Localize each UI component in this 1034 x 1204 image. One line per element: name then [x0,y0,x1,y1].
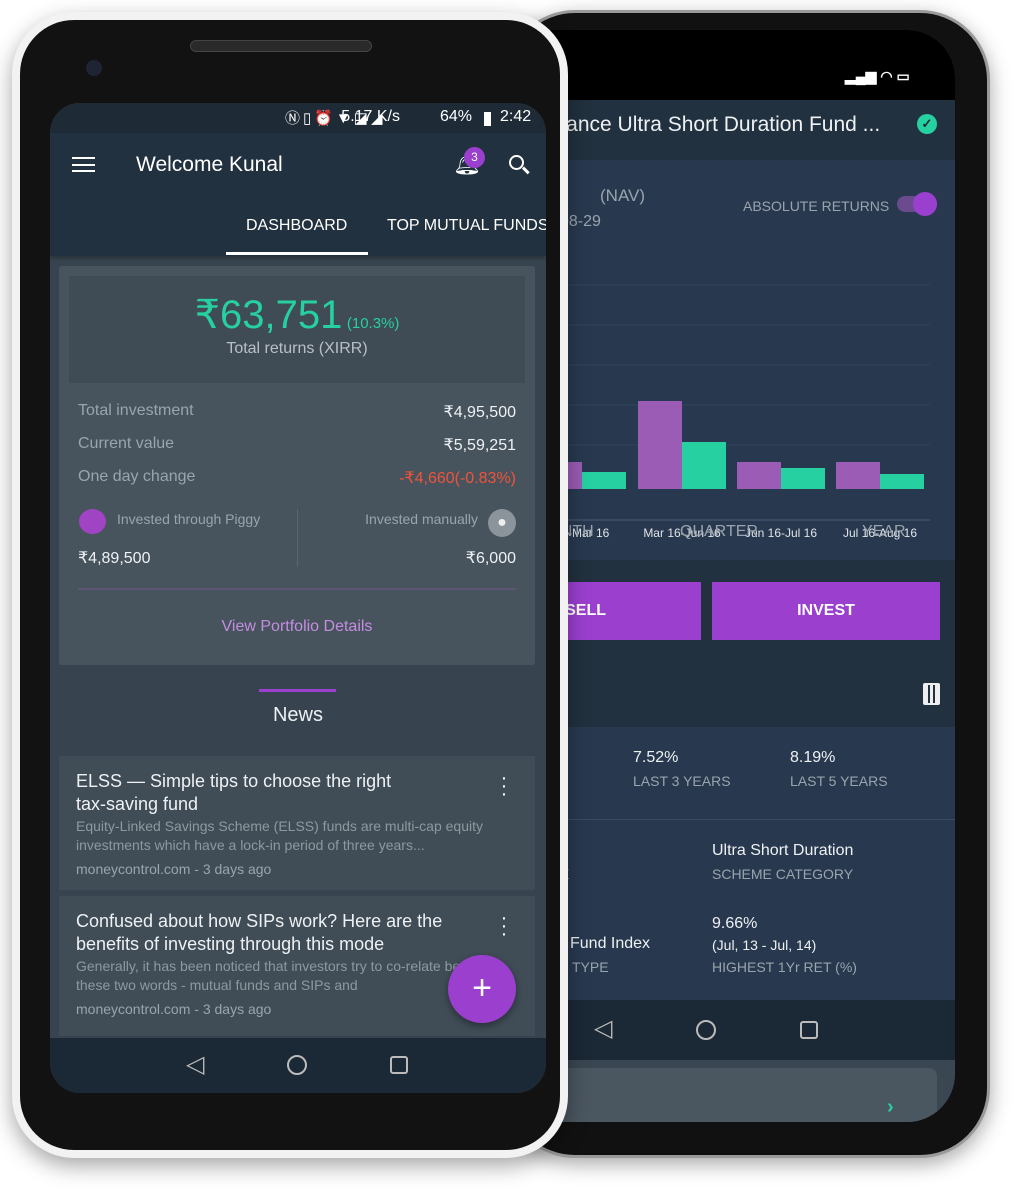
home-icon[interactable] [287,1055,307,1075]
news-item[interactable]: ELSS — Simple tips to choose the right t… [59,756,535,890]
returns-summary: ₹63,751 (10.3%) Total returns (XIRR) [69,276,525,383]
more-options-icon[interactable]: · · · [499,768,509,804]
portfolio-card: ₹63,751 (10.3%) Total returns (XIRR) Tot… [59,266,535,665]
invest-label: INVEST [797,602,855,619]
nav-label: (NAV) [600,186,646,205]
android-nav-bar: ◁ [50,1038,546,1093]
bar [682,442,726,489]
plus-icon: + [472,969,492,1007]
menu-icon[interactable] [72,157,95,172]
invest-button[interactable]: INVEST [712,582,940,640]
total-investment-label: Total investment [78,402,194,419]
scheme-category-label: SCHEME CATEGORY [712,866,854,882]
chevron-right-icon[interactable]: › [887,1096,894,1119]
period-tab-quarter[interactable]: QUARTER [680,523,758,541]
type-label: TYPE [572,959,609,975]
bar [781,468,825,489]
absolute-returns-toggle[interactable] [897,192,937,216]
type-value: Fund Index [570,935,651,952]
bar [582,472,626,489]
speaker [190,40,372,52]
bar [880,474,924,489]
more-options-icon[interactable]: · · · [499,908,509,944]
current-value-value: ₹5,59,251 [443,437,516,454]
news-title: ELSS — Simple tips to choose the right t… [76,771,392,814]
recents-icon[interactable] [800,1021,818,1039]
one-day-change-value: -₹4,660(-0.83%) [399,470,516,487]
news-heading: News [272,704,323,726]
total-returns-label: Total returns (XIRR) [226,340,368,357]
fund-title: Reliance Ultra Short Duration Fund ... [530,113,881,136]
piggy-value: ₹4,89,500 [78,550,151,567]
dashboard-screen: 5.17 K/s Ⓝ▯⏰▼◪◢ 64% 2:42 Welcome Kunal 🔔… [50,103,546,1093]
camera [86,60,102,76]
status-icons: Ⓝ▯⏰▼◪◢ [285,110,386,127]
news-source: moneycontrol.com - 3 days ago [76,861,272,877]
page-title: Welcome Kunal [136,153,283,176]
add-fab-button[interactable]: + [448,955,516,1023]
one-day-change-label: One day change [78,468,196,485]
current-value-label: Current value [78,435,175,452]
highest-return-value: 9.66% [712,915,758,932]
highest-return-label: HIGHEST 1Yr RET (%) [712,959,857,975]
home-icon[interactable] [696,1020,716,1040]
news-summary: Equity-Linked Savings Scheme (ELSS) fund… [76,818,483,853]
total-returns-value: ₹63,751 [194,293,343,337]
divider [297,509,298,567]
piggy-icon [79,509,106,534]
piggy-label: Invested through Piggy [117,511,261,527]
bar [737,462,781,489]
check-circle-icon: ✓ [917,114,937,134]
return-5y-value: 8.19% [790,749,836,766]
highest-return-period: (Jul, 13 - Jul, 14) [712,937,817,953]
news-accent [259,689,336,692]
view-portfolio-details-link[interactable]: View Portfolio Details [59,618,535,636]
tab-top-mutual-funds[interactable]: TOP MUTUAL FUNDS [387,217,546,235]
recents-icon[interactable] [390,1056,408,1074]
back-icon[interactable]: ◁ [594,1014,612,1043]
return-3y-value: 7.52% [633,749,679,766]
status-bar: 5.17 K/s Ⓝ▯⏰▼◪◢ 64% 2:42 [50,103,546,133]
return-3y-label: LAST 3 YEARS [633,773,731,789]
user-avatar-icon: ● [488,509,516,537]
news-title: Confused about how SIPs work? Here are t… [76,911,443,954]
calculator-icon[interactable] [923,683,940,705]
return-5y-label: LAST 5 YEARS [790,773,888,789]
manual-value: ₹6,000 [465,550,516,567]
xirr-percent: (10.3%) [346,315,400,332]
search-icon[interactable] [509,155,530,174]
total-investment-value: ₹4,95,500 [443,404,516,421]
absolute-returns-label: ABSOLUTE RETURNS [743,198,890,214]
notification-badge: 3 [464,147,485,168]
news-source: moneycontrol.com - 3 days ago [76,1001,272,1017]
manual-label: Invested manually [365,511,478,527]
left-phone-frame: 5.17 K/s Ⓝ▯⏰▼◪◢ 64% 2:42 Welcome Kunal 🔔… [12,12,568,1158]
scheme-category-value: Ultra Short Duration [712,842,854,859]
back-icon[interactable]: ◁ [186,1050,204,1079]
bar [638,401,682,489]
period-tab-year[interactable]: YEAR [862,523,906,541]
separator [78,588,516,590]
active-tab-indicator [226,252,368,255]
bar [836,462,880,489]
tab-dashboard[interactable]: DASHBOARD [246,217,347,235]
clock: 2:42 [500,108,532,125]
ios-status-icons: ▂▄▆ ◠ ▭ [845,68,910,84]
battery-level: 64% [440,108,473,125]
battery-icon [484,112,491,126]
app-bar: Welcome Kunal 🔔︎ 3 DASHBOARD TOP MUTUAL … [50,133,546,256]
sell-label: SELL [565,602,606,619]
